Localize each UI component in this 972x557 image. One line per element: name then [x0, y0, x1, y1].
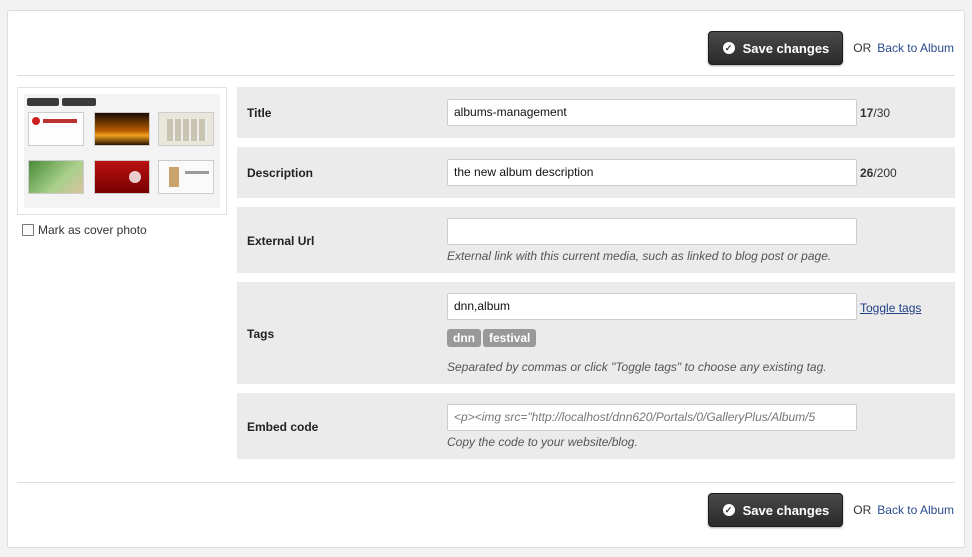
- embed-code-hint: Copy the code to your website/blog.: [447, 435, 638, 449]
- mini-new-album-button: [27, 98, 59, 106]
- tile-3: [158, 112, 214, 146]
- top-action-bar: ✓ Save changes OR Back to Album: [707, 31, 954, 65]
- tile-3-grid: [167, 119, 207, 141]
- tile-6-object: [169, 167, 179, 187]
- tag-dnn[interactable]: dnn: [447, 329, 481, 347]
- description-count-max: /200: [873, 166, 897, 180]
- bottom-divider: [17, 482, 955, 483]
- tile-6-text: [185, 171, 209, 174]
- tags-input[interactable]: dnn,album: [447, 293, 857, 320]
- tile-4: [28, 160, 84, 194]
- check-circle-icon: ✓: [722, 504, 735, 516]
- external-url-hint: External link with this current media, s…: [447, 249, 832, 263]
- embed-code-label: Embed code: [247, 420, 319, 434]
- title-input[interactable]: albums-management: [447, 99, 857, 126]
- media-thumbnail: [17, 87, 227, 215]
- tile-6: [158, 160, 214, 194]
- title-row: Title albums-management 17/30: [237, 87, 955, 138]
- toggle-tags-link[interactable]: Toggle tags: [860, 301, 921, 315]
- save-changes-label: Save changes: [742, 40, 830, 56]
- or-label: OR: [853, 503, 872, 517]
- tags-row: Tags dnn,album Toggle tags dnn festival …: [237, 282, 955, 384]
- back-to-album-link-bottom[interactable]: Back to Album: [877, 503, 954, 517]
- bottom-action-bar: ✓ Save changes OR Back to Album: [707, 493, 954, 527]
- tile-1: [28, 112, 84, 146]
- title-count-value: 17: [860, 106, 874, 120]
- thumbnail-image: [24, 94, 220, 208]
- mini-sort-albums-button: [62, 98, 96, 106]
- description-input[interactable]: the new album description: [447, 159, 857, 186]
- tile-1-logo: [32, 117, 40, 125]
- cover-photo-option[interactable]: Mark as cover photo: [22, 223, 147, 237]
- tile-5: [94, 160, 150, 194]
- external-url-input[interactable]: [447, 218, 857, 245]
- description-count-value: 26: [860, 166, 874, 180]
- title-char-count: 17/30: [860, 106, 890, 120]
- save-changes-label: Save changes: [742, 502, 830, 518]
- save-changes-button-bottom[interactable]: ✓ Save changes: [707, 493, 844, 527]
- title-label: Title: [247, 106, 272, 120]
- or-label: OR: [853, 41, 872, 55]
- external-url-row: External Url External link with this cur…: [237, 207, 955, 273]
- tile-5-mark: [129, 171, 141, 183]
- embed-code-input[interactable]: <p><img src="http://localhost/dnn620/Por…: [447, 404, 857, 431]
- description-label: Description: [247, 166, 314, 180]
- external-url-label: External Url: [247, 234, 315, 248]
- back-to-album-link[interactable]: Back to Album: [877, 41, 954, 55]
- tags-hint: Separated by commas or click "Toggle tag…: [447, 360, 827, 374]
- tile-1-text: [43, 119, 77, 123]
- description-char-count: 26/200: [860, 166, 897, 180]
- cover-photo-label: Mark as cover photo: [38, 223, 147, 237]
- embed-code-row: Embed code <p><img src="http://localhost…: [237, 393, 955, 459]
- check-circle-icon: ✓: [722, 42, 735, 54]
- description-row: Description the new album description 26…: [237, 147, 955, 198]
- title-count-max: /30: [873, 106, 891, 120]
- cover-photo-checkbox[interactable]: [22, 224, 34, 236]
- tag-festival[interactable]: festival: [483, 329, 537, 347]
- tile-1-controls: [28, 148, 84, 154]
- edit-media-panel: ✓ Save changes OR Back to Album Mark as …: [7, 10, 965, 548]
- tile-2: [94, 112, 150, 146]
- tags-label: Tags: [247, 327, 275, 341]
- save-changes-button[interactable]: ✓ Save changes: [707, 31, 844, 65]
- top-divider: [17, 75, 955, 76]
